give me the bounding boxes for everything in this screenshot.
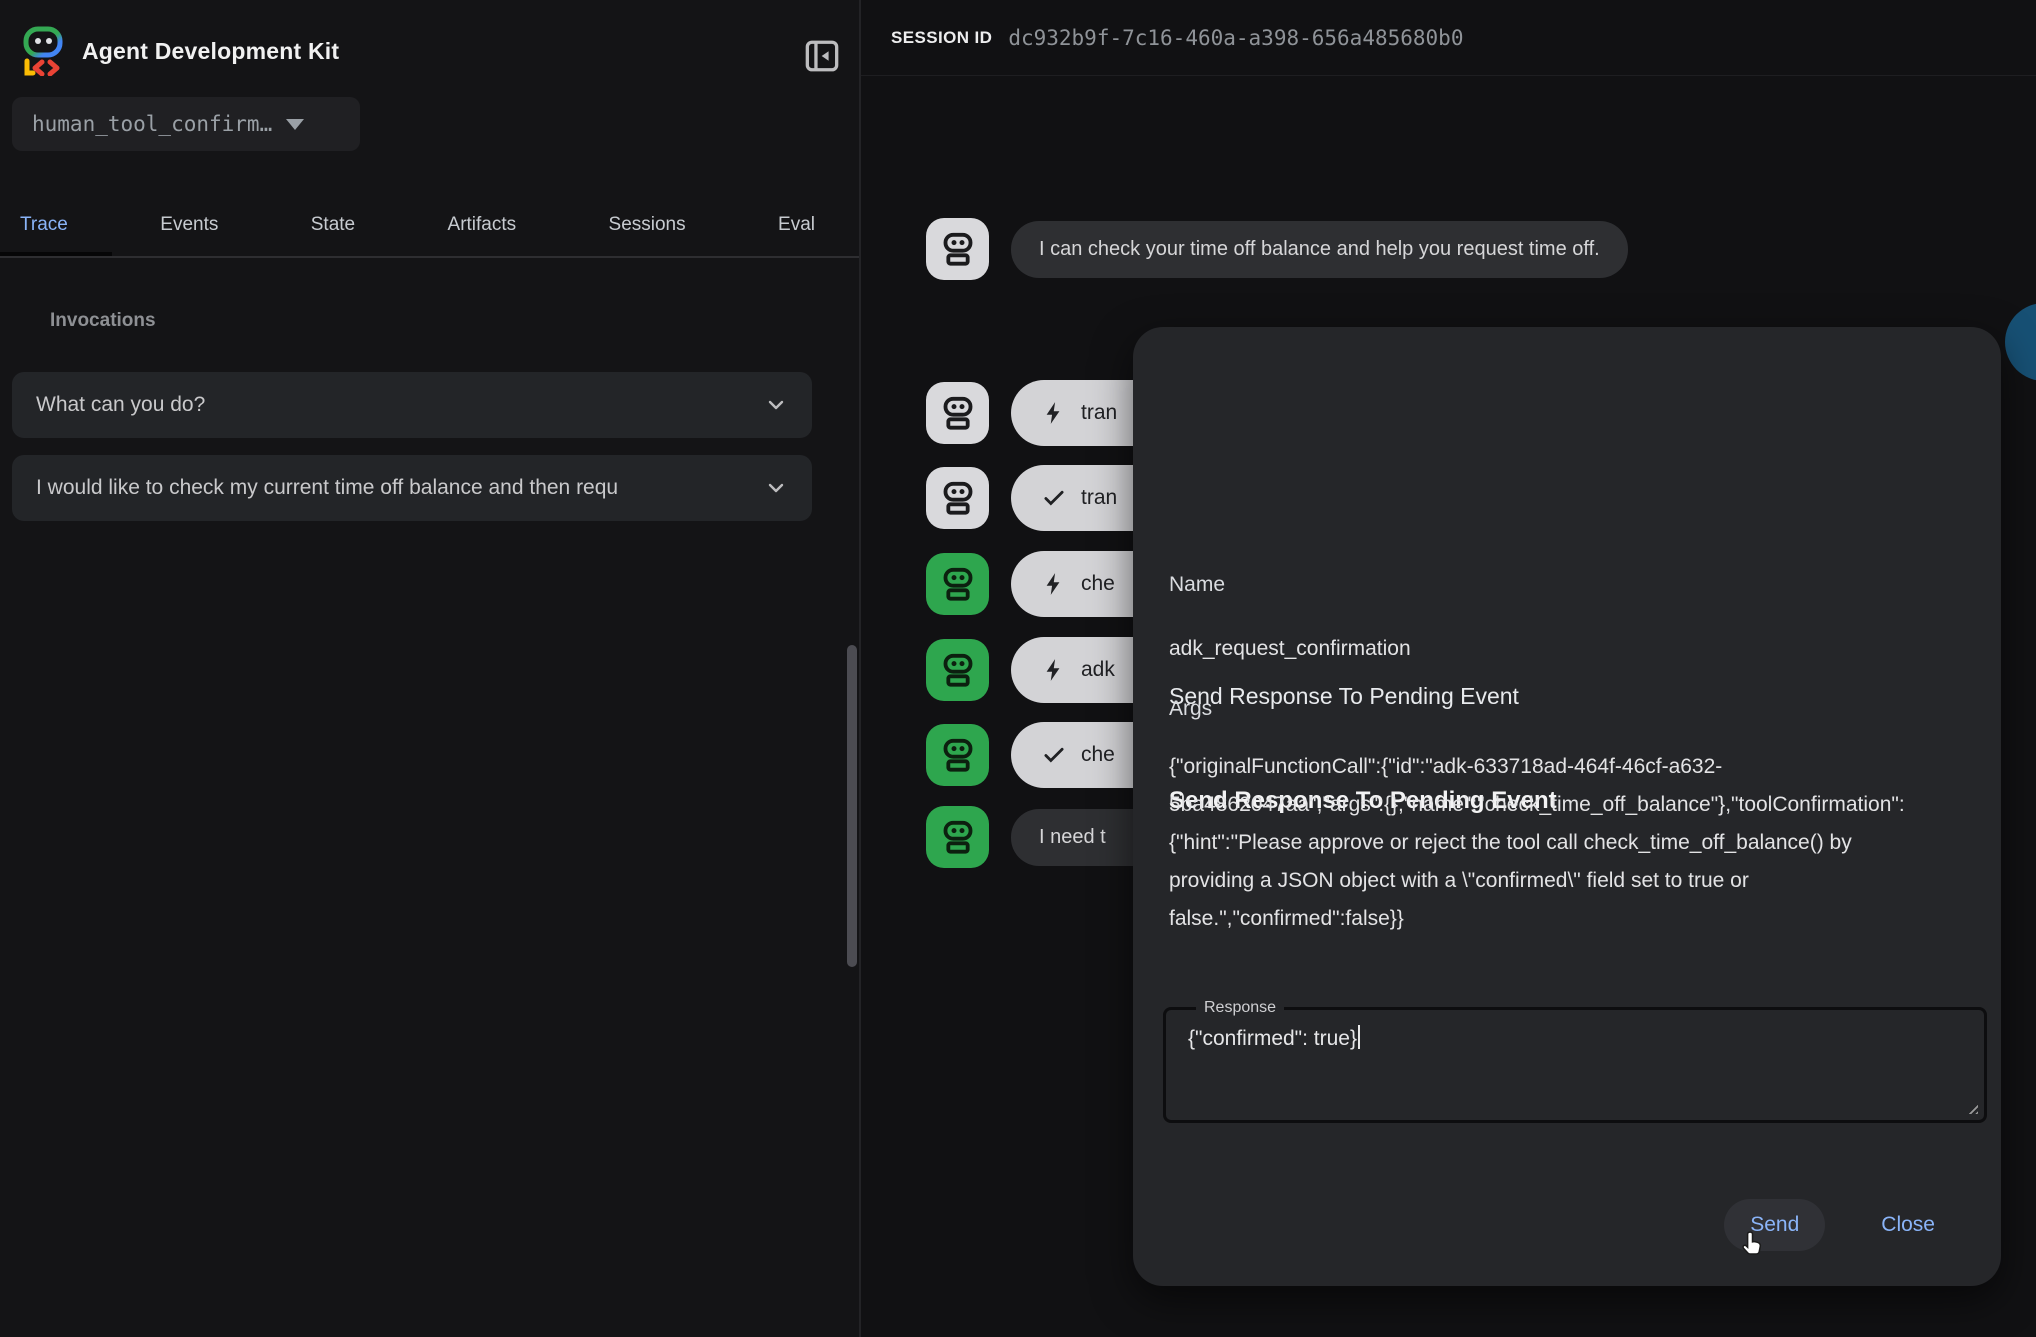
- session-bar: SESSION ID dc932b9f-7c16-460a-a398-656a4…: [861, 0, 2036, 76]
- send-button[interactable]: Send: [1724, 1199, 1825, 1251]
- sidebar: Agent Development Kit human_tool_confirm…: [0, 0, 861, 1337]
- args-value: {"originalFunctionCall":{"id":"adk-63371…: [1169, 748, 1929, 938]
- tabbar: Trace Events State Artifacts Sessions Ev…: [0, 193, 859, 258]
- chat-message-row: I can check your time off balance and he…: [926, 218, 1628, 280]
- app-title: Agent Development Kit: [82, 38, 339, 65]
- tab-state[interactable]: State: [307, 196, 359, 254]
- adk-logo-icon: [22, 26, 68, 76]
- close-button-label: Close: [1881, 1213, 1935, 1236]
- invocation-text: What can you do?: [36, 393, 205, 417]
- tab-artifacts[interactable]: Artifacts: [444, 196, 521, 254]
- invocation-item[interactable]: What can you do?: [12, 372, 812, 438]
- chevron-down-icon: [764, 476, 788, 500]
- sidebar-scrollbar-thumb[interactable]: [847, 645, 857, 967]
- check-icon: [1041, 742, 1067, 768]
- tab-sessions[interactable]: Sessions: [605, 196, 690, 254]
- caret-down-icon: [286, 119, 304, 130]
- invocation-text: I would like to check my current time of…: [36, 476, 618, 500]
- collapse-panel-icon: [800, 34, 844, 78]
- chip-label: tran: [1081, 401, 1117, 425]
- tab-events[interactable]: Events: [156, 196, 222, 254]
- chat-bubble: I can check your time off balance and he…: [1011, 221, 1628, 278]
- session-id-value: dc932b9f-7c16-460a-a398-656a485680b0: [1008, 26, 1463, 50]
- bolt-icon: [1041, 571, 1067, 597]
- tab-trace[interactable]: Trace: [16, 196, 72, 254]
- pending-event-dialog: Send Response To Pending Event Send Resp…: [1133, 327, 2001, 1286]
- sidebar-header: Agent Development Kit: [0, 0, 859, 92]
- robot-agent-icon: [926, 724, 989, 786]
- dialog-title: Send Response To Pending Event: [1169, 683, 1519, 710]
- chip-label: che: [1081, 572, 1115, 596]
- resize-handle-icon[interactable]: [1965, 1101, 1978, 1114]
- robot-agent-icon: [926, 382, 989, 444]
- response-field-label: Response: [1196, 999, 1284, 1017]
- text-cursor: [1358, 1025, 1360, 1049]
- check-icon: [1041, 485, 1067, 511]
- response-field-value: {"confirmed": true}: [1188, 1027, 1357, 1050]
- collapse-panel-button[interactable]: [800, 34, 844, 78]
- agent-selector-value: human_tool_confirm…: [32, 112, 272, 136]
- bolt-icon: [1041, 400, 1067, 426]
- robot-agent-icon: [926, 639, 989, 701]
- bolt-icon: [1041, 657, 1067, 683]
- chip-label: tran: [1081, 486, 1117, 510]
- invocations-heading: Invocations: [50, 310, 156, 332]
- dialog-actions: Send Close: [1724, 1199, 1961, 1251]
- close-button[interactable]: Close: [1855, 1199, 1961, 1251]
- args-label: Args: [1169, 697, 1212, 721]
- response-input[interactable]: Response {"confirmed": true}: [1163, 999, 1987, 1123]
- robot-agent-icon: [926, 806, 989, 868]
- name-value: adk_request_confirmation: [1169, 637, 1411, 661]
- robot-agent-icon: [926, 553, 989, 615]
- name-label: Name: [1169, 573, 1225, 597]
- robot-agent-icon: [926, 218, 989, 280]
- send-button-label: Send: [1750, 1213, 1799, 1236]
- agent-selector-dropdown[interactable]: human_tool_confirm…: [12, 97, 360, 151]
- session-id-label: SESSION ID: [891, 28, 992, 48]
- chip-label: che: [1081, 743, 1115, 767]
- chevron-down-icon: [764, 393, 788, 417]
- adk-web-ui: Agent Development Kit human_tool_confirm…: [0, 0, 2036, 1337]
- tab-eval[interactable]: Eval: [774, 196, 819, 254]
- invocation-item[interactable]: I would like to check my current time of…: [12, 455, 812, 521]
- chip-label: adk: [1081, 658, 1115, 682]
- robot-agent-icon: [926, 467, 989, 529]
